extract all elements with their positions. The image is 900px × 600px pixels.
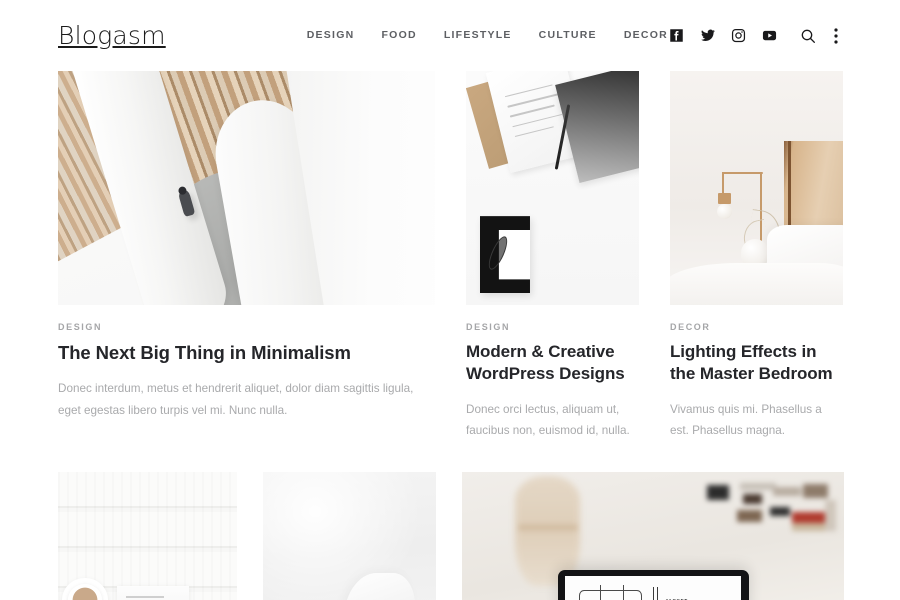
post-card-body: DESIGN Modern & Creative WordPress Desig… xyxy=(466,305,639,441)
post-category[interactable]: DECOR xyxy=(670,323,843,332)
nav-item-food[interactable]: FOOD xyxy=(381,30,416,41)
page-divider xyxy=(652,587,655,600)
site-logo[interactable]: Blogasm xyxy=(58,23,166,48)
post-thumbnail-coffee-planks[interactable] xyxy=(58,472,237,600)
post-card-body: DECOR Lighting Effects in the Master Bed… xyxy=(670,305,843,441)
post-excerpt: Vivamus quis mi. Phasellus a est. Phasel… xyxy=(670,402,822,438)
post-excerpt: Donec orci lectus, aliquam ut, faucibus … xyxy=(466,402,630,438)
tablet-screen: JACKET xyxy=(565,576,741,600)
search-icon[interactable] xyxy=(799,27,816,44)
twitter-icon[interactable] xyxy=(699,27,716,44)
lamp-arm xyxy=(721,171,764,175)
kebab-menu-icon[interactable] xyxy=(830,27,842,44)
post-card: DESIGN Modern & Creative WordPress Desig… xyxy=(466,71,639,441)
post-title[interactable]: Lighting Effects in the Master Bedroom xyxy=(670,341,843,386)
light-bulb xyxy=(716,204,732,220)
site-header: Blogasm DESIGN FOOD LIFESTYLE CULTURE DE… xyxy=(0,0,900,71)
instagram-icon[interactable] xyxy=(730,27,747,44)
lamp-socket xyxy=(717,192,732,205)
post-category[interactable]: DESIGN xyxy=(466,323,639,332)
post-card xyxy=(263,472,436,600)
paper-card xyxy=(117,585,189,600)
nav-item-lifestyle[interactable]: LIFESTYLE xyxy=(444,30,512,41)
post-grid: DESIGN The Next Big Thing in Minimalism … xyxy=(0,71,900,600)
post-excerpt: Donec interdum, metus et hendrerit aliqu… xyxy=(58,382,414,417)
post-card: DESIGN The Next Big Thing in Minimalism … xyxy=(58,71,435,421)
light-wash xyxy=(263,472,436,600)
page-divider xyxy=(657,587,659,600)
post-thumbnail-bedroom[interactable] xyxy=(670,71,843,305)
post-thumbnail-white-chair[interactable] xyxy=(263,472,436,600)
duvet xyxy=(670,262,843,305)
lamp-drop xyxy=(721,171,725,195)
dress-form-waist xyxy=(519,524,577,531)
post-card xyxy=(58,472,237,600)
facebook-icon[interactable] xyxy=(668,27,685,44)
post-thumbnail-magazine[interactable] xyxy=(466,71,639,305)
mood-board xyxy=(699,480,837,547)
post-card: DECOR Lighting Effects in the Master Bed… xyxy=(670,71,843,441)
post-title[interactable]: Modern & Creative WordPress Designs xyxy=(466,341,639,386)
post-title[interactable]: The Next Big Thing in Minimalism xyxy=(58,341,435,365)
post-category[interactable]: DESIGN xyxy=(58,323,435,332)
dress-form xyxy=(515,475,581,586)
post-thumbnail-fashion-studio[interactable]: JACKET xyxy=(462,472,844,600)
magazine-right-page xyxy=(555,71,639,183)
nav-item-decor[interactable]: DECOR xyxy=(624,30,668,41)
jacket-sketch xyxy=(579,589,643,600)
youtube-icon[interactable] xyxy=(761,27,778,44)
main-navigation: DESIGN FOOD LIFESTYLE CULTURE DECOR xyxy=(307,30,668,41)
post-card: JACKET xyxy=(462,472,844,600)
post-card-body: DESIGN The Next Big Thing in Minimalism … xyxy=(58,305,435,421)
header-actions xyxy=(668,27,842,44)
post-thumbnail-staircase[interactable] xyxy=(58,71,435,305)
nav-item-culture[interactable]: CULTURE xyxy=(539,30,597,41)
nav-item-design[interactable]: DESIGN xyxy=(307,30,355,41)
tablet-device: JACKET xyxy=(557,570,749,600)
post-row-top: DESIGN The Next Big Thing in Minimalism … xyxy=(58,71,843,441)
post-row-bottom: JACKET xyxy=(58,472,844,600)
